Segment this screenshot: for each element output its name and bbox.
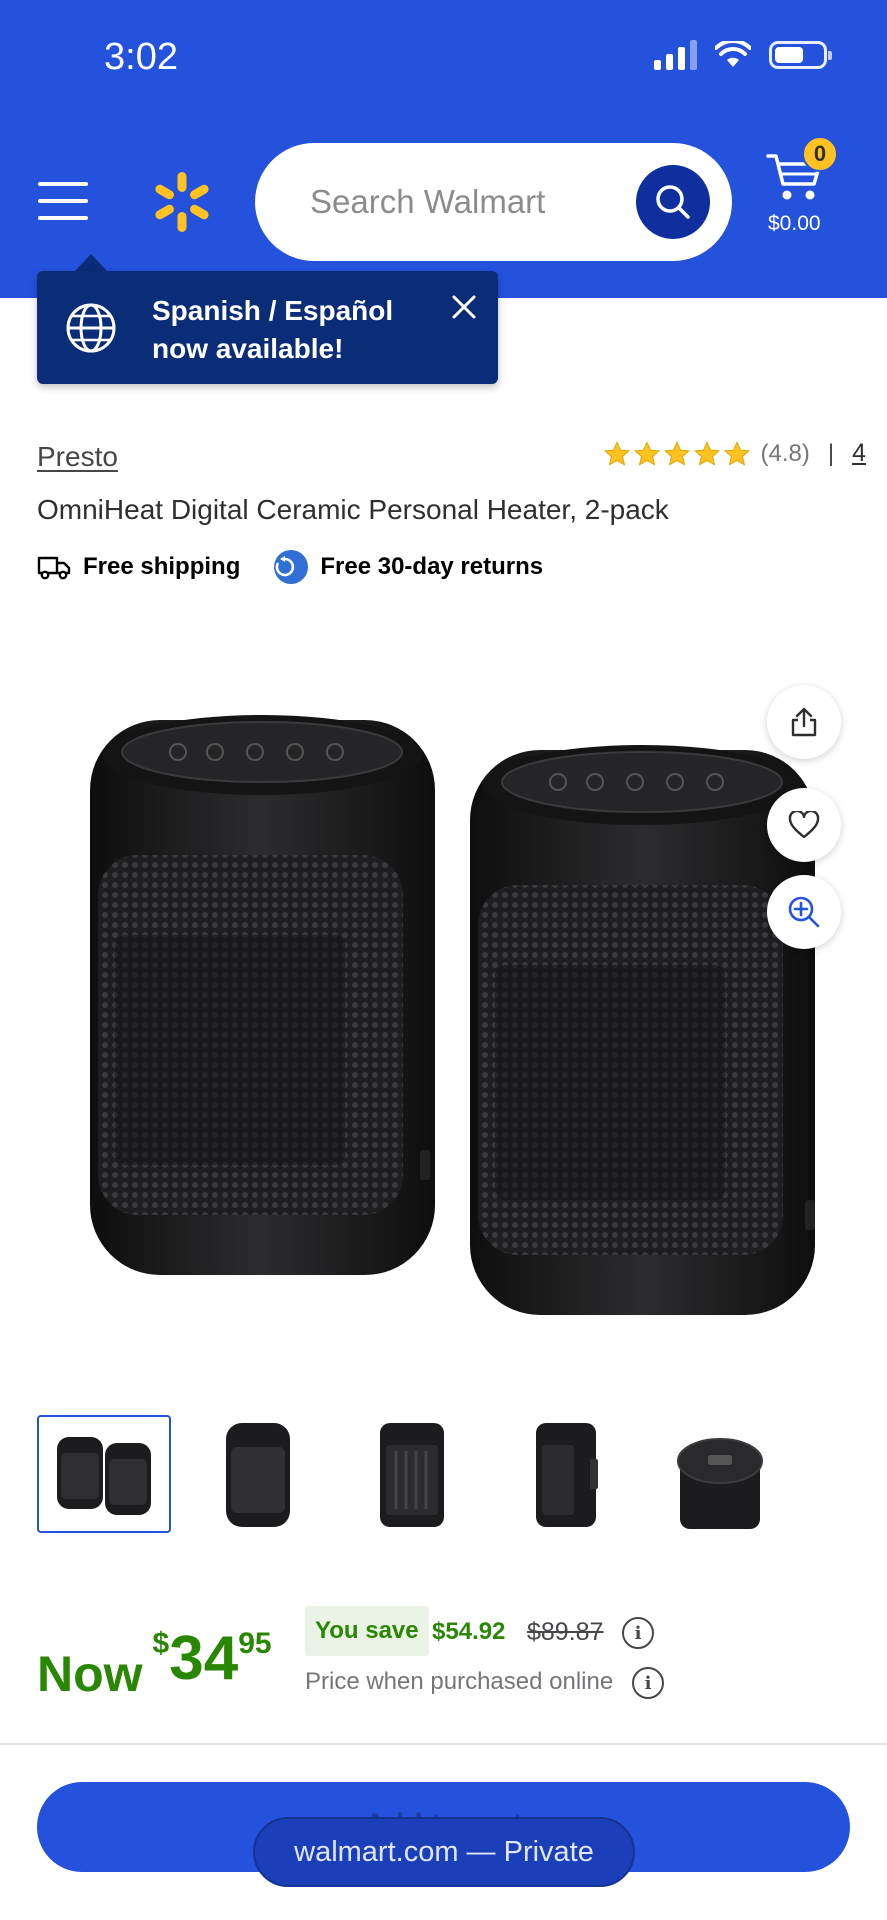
- info-icon[interactable]: i: [622, 1617, 654, 1649]
- info-icon[interactable]: i: [632, 1667, 664, 1699]
- rating-summary[interactable]: (4.8) | 4: [603, 439, 866, 468]
- product-image[interactable]: [60, 690, 840, 1340]
- search-input[interactable]: Search Walmart: [255, 143, 732, 261]
- wifi-icon: [715, 41, 751, 67]
- zoom-button[interactable]: [767, 875, 841, 949]
- current-price: Now $ 34 95: [37, 1615, 272, 1703]
- now-label: Now: [37, 1646, 143, 1702]
- walmart-spark-logo[interactable]: [150, 170, 214, 234]
- was-price: $89.87: [527, 1618, 604, 1646]
- cart-count-badge: 0: [802, 136, 838, 172]
- star-icon: [723, 440, 750, 466]
- favorite-button[interactable]: [767, 788, 841, 862]
- star-icon: [603, 440, 630, 466]
- heater-left: [90, 715, 435, 1275]
- app-header: 3:02 Search Walmart 0 $0.00: [0, 0, 887, 298]
- free-returns-perk: Free 30-day returns: [274, 550, 543, 584]
- thumbnail-strip: [37, 1415, 807, 1533]
- status-time: 3:02: [104, 36, 178, 78]
- cart-total: $0.00: [768, 212, 821, 235]
- returns-icon: [274, 550, 309, 584]
- cart-button[interactable]: 0 $0.00: [760, 136, 850, 240]
- thumbnail-4[interactable]: [499, 1415, 633, 1533]
- zoom-in-icon: [788, 896, 820, 928]
- menu-icon[interactable]: [38, 182, 88, 220]
- thumbnail-5[interactable]: [653, 1415, 787, 1533]
- rating-separator: |: [827, 439, 835, 467]
- price-dollars: 34: [169, 1624, 239, 1693]
- divider: [0, 1743, 887, 1745]
- review-count-link[interactable]: 4: [852, 439, 866, 468]
- thumbnail-3[interactable]: [345, 1415, 479, 1533]
- price-note: Price when purchased online: [305, 1668, 614, 1695]
- star-icon: [633, 440, 660, 466]
- search-icon: [656, 185, 690, 219]
- heater-right: [470, 745, 815, 1315]
- truck-icon: [37, 556, 71, 580]
- share-icon: [791, 707, 817, 737]
- price-currency: $: [152, 1627, 170, 1660]
- battery-icon: [769, 41, 832, 69]
- browser-url-pill[interactable]: walmart.com — Private: [253, 1817, 635, 1887]
- price-cents: 95: [238, 1627, 272, 1660]
- free-shipping-perk: Free shipping: [37, 553, 240, 581]
- globe-icon: [66, 303, 116, 353]
- free-shipping-label: Free shipping: [83, 553, 241, 580]
- search-placeholder: Search Walmart: [310, 183, 546, 220]
- you-save-badge: You save: [305, 1606, 429, 1656]
- product-title: OmniHeat Digital Ceramic Personal Heater…: [37, 494, 669, 525]
- tooltip-text: Spanish / Español now available!: [152, 295, 394, 364]
- free-returns-label: Free 30-day returns: [320, 553, 544, 580]
- share-button[interactable]: [767, 685, 841, 759]
- status-icons: [654, 40, 832, 70]
- heart-icon: [788, 811, 820, 839]
- close-icon[interactable]: [450, 293, 478, 321]
- brand-link[interactable]: Presto: [37, 441, 118, 473]
- save-amount: $54.92: [432, 1618, 506, 1645]
- perks-row: Free shipping Free 30-day returns: [37, 550, 543, 584]
- star-icon: [663, 440, 690, 466]
- language-tooltip: Spanish / Español now available!: [37, 271, 498, 384]
- cellular-signal-icon: [654, 40, 697, 70]
- thumbnail-2[interactable]: [191, 1415, 325, 1533]
- thumbnail-1[interactable]: [37, 1415, 171, 1533]
- search-button[interactable]: [636, 165, 710, 239]
- rating-stars: [603, 440, 751, 468]
- tooltip-arrow: [74, 254, 108, 272]
- rating-value: (4.8): [760, 439, 810, 467]
- star-icon: [693, 440, 720, 466]
